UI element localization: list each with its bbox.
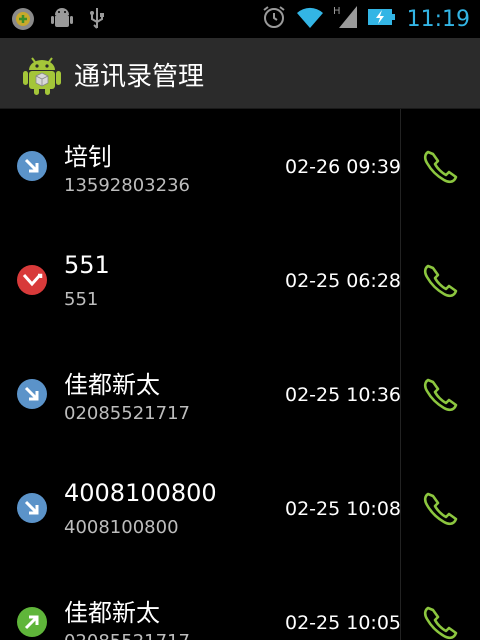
outgoing-call-icon <box>16 606 48 638</box>
divider <box>400 451 401 565</box>
call-time: 02-26 09:39 <box>285 156 402 178</box>
battery-charging-icon <box>367 4 395 34</box>
android-debug-icon <box>50 6 74 36</box>
contact-name: 佳都新太 <box>64 371 160 399</box>
call-log-row[interactable]: 551 551 02-25 06:28 <box>0 223 480 337</box>
call-log-row[interactable]: 佳都新太 02085521717 02-25 10:36 <box>0 337 480 451</box>
system-icons: H 11:19 <box>261 4 470 34</box>
call-log-row[interactable]: 佳都新太 02085521717 02-25 10:05 <box>0 565 480 640</box>
call-phone-icon[interactable] <box>420 146 460 186</box>
call-phone-icon[interactable] <box>420 260 460 300</box>
android-logo-icon[interactable] <box>22 52 62 96</box>
clock: 11:19 <box>406 6 470 32</box>
phone-number: 02085521717 <box>64 403 190 424</box>
incoming-call-icon <box>16 378 48 410</box>
phone-number: 551 <box>64 289 99 310</box>
missed-call-icon <box>16 264 48 296</box>
call-log-list[interactable]: 培钊 13592803236 02-26 09:39 551 551 02-25… <box>0 109 480 640</box>
alarm-icon <box>261 4 287 34</box>
phone-number: 13592803236 <box>64 175 190 196</box>
phone-number: 02085521717 <box>64 631 190 640</box>
contact-name: 4008100800 <box>64 479 217 507</box>
call-time: 02-25 06:28 <box>285 270 402 292</box>
contact-name: 551 <box>64 251 110 279</box>
divider <box>400 109 401 223</box>
wifi-icon <box>295 4 325 34</box>
contact-name: 培钊 <box>64 143 112 171</box>
incoming-call-icon <box>16 492 48 524</box>
app-notification-icon <box>10 6 36 36</box>
notification-icons <box>10 6 106 36</box>
call-phone-icon[interactable] <box>420 602 460 640</box>
divider <box>400 337 401 451</box>
call-phone-icon[interactable] <box>420 488 460 528</box>
svg-text:H: H <box>333 6 341 17</box>
divider <box>400 223 401 337</box>
call-log-row[interactable]: 培钊 13592803236 02-26 09:39 <box>0 109 480 223</box>
phone-number: 4008100800 <box>64 517 179 538</box>
page-title: 通讯录管理 <box>74 62 205 92</box>
contact-name: 佳都新太 <box>64 599 160 627</box>
incoming-call-icon <box>16 150 48 182</box>
signal-icon: H <box>333 4 359 34</box>
call-time: 02-25 10:05 <box>285 612 402 634</box>
status-bar: H 11:19 <box>0 0 480 38</box>
call-log-row[interactable]: 4008100800 4008100800 02-25 10:08 <box>0 451 480 565</box>
call-time: 02-25 10:08 <box>285 498 402 520</box>
action-bar: 通讯录管理 <box>0 38 480 109</box>
usb-icon <box>88 6 106 36</box>
divider <box>400 565 401 640</box>
call-time: 02-25 10:36 <box>285 384 402 406</box>
call-phone-icon[interactable] <box>420 374 460 414</box>
